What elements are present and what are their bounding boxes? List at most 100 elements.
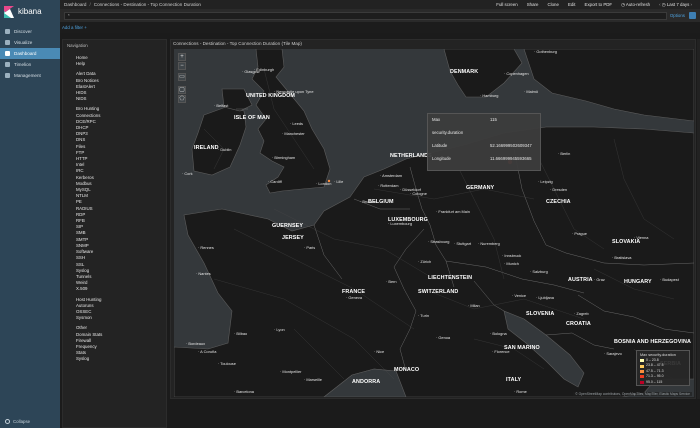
tooltip-value: 52.166999502609347 <box>490 143 532 148</box>
edit-button[interactable]: Edit <box>568 2 576 7</box>
query-bar: * Options <box>60 9 700 22</box>
city-label: · Hamburg <box>480 93 499 98</box>
navigation-panel: Navigation Home Help Alert Data Bro Notices… <box>62 39 167 428</box>
tile-map[interactable]: + − ▭ ▢ ⬠ UNITED KINGDOM IRELAND ISLE OF M… <box>174 49 694 397</box>
city-label: · Genoa <box>436 335 451 340</box>
city-label: · Lyon <box>274 327 285 332</box>
auto-refresh-label: Auto-refresh <box>625 1 651 7</box>
city-label: · Bologna <box>490 331 507 336</box>
city-label: · Frankfurt am Main <box>436 209 470 214</box>
tooltip-label: security.duration <box>432 130 464 135</box>
city-label: · Bratislava <box>612 255 632 260</box>
country-label: CROATIA <box>566 321 591 327</box>
city-label: · Luxembourg <box>388 221 413 226</box>
collapse-button[interactable]: Collapse <box>0 416 60 426</box>
nav-link[interactable]: X.509 <box>76 286 166 292</box>
country-label: GERMANY <box>466 185 495 191</box>
country-label: ANDORRA <box>352 379 381 385</box>
city-label: · Bilbao <box>234 331 248 336</box>
brand[interactable]: kibana <box>0 0 60 22</box>
breadcrumb-separator: / <box>89 2 91 7</box>
city-label: · Barcelona <box>234 389 254 394</box>
legend-swatch <box>640 359 644 363</box>
legend-label: 95.0 – 115 <box>646 379 663 384</box>
city-label: · Rotterdam <box>378 183 399 188</box>
city-label: · Malmö <box>524 89 539 94</box>
city-label: · Leipzig <box>538 179 553 184</box>
panel-title: Connections - Destination - Top Connecti… <box>173 41 302 46</box>
search-input[interactable]: * <box>64 11 667 20</box>
sidebar-item-timelion[interactable]: Timelion <box>0 59 60 70</box>
country-label: BOSNIA AND HERZEGOVINA <box>614 339 691 345</box>
legend-swatch <box>640 364 644 368</box>
tooltip-label: Max <box>432 117 441 122</box>
map-legend: Max security.duration 0 – 23.8 23.8 – 47.… <box>636 350 690 386</box>
city-label: · Nuremberg <box>478 241 500 246</box>
zoom-out-button[interactable]: − <box>178 62 186 70</box>
collapse-label: Collapse <box>13 418 31 424</box>
city-label: · Turin <box>418 313 430 318</box>
nav-group: Alert Data Bro Notices ElastAlert HIDS NIDS <box>63 71 166 102</box>
city-label: · Milan <box>468 303 480 308</box>
city-label: · Zürich <box>418 259 432 264</box>
nav-link[interactable]: Sysmon <box>76 315 166 321</box>
nav-group: Other Domain Stats Firewall Frequency Stats S… <box>63 325 166 362</box>
clone-button[interactable]: Clone <box>547 2 558 7</box>
city-label: · Cork <box>182 171 193 176</box>
map-tooltip: Max 115 security.duration Latitude 52.16… <box>427 113 541 171</box>
map-attribution: © OpenStreetMap contributors, OpenMapTil… <box>573 392 692 396</box>
city-label: · Belfast <box>214 103 229 108</box>
legend-swatch <box>640 375 644 379</box>
brand-name: kibana <box>18 6 42 16</box>
chevron-right-icon[interactable]: › <box>689 2 692 7</box>
sidebar-item-discover[interactable]: Discover <box>0 26 60 37</box>
zoom-in-button[interactable]: + <box>178 53 186 61</box>
city-label: · Gothenburg <box>534 49 557 54</box>
nav-link[interactable]: NIDS <box>76 96 166 102</box>
city-label: · Brussels <box>360 199 378 204</box>
nav-link[interactable]: Help <box>76 61 166 67</box>
city-label: · Glasgow <box>242 69 260 74</box>
city-label: · Salzburg <box>530 269 548 274</box>
navigation-links: Home Help Alert Data Bro Notices ElastAlert H… <box>63 55 166 363</box>
export-pdf-button[interactable]: Export to PDF <box>585 2 613 7</box>
options-button[interactable]: Options <box>667 13 685 18</box>
compass-icon <box>5 29 10 34</box>
sidebar-item-management[interactable]: Management <box>0 70 60 81</box>
country-label: AUSTRIA <box>568 277 593 283</box>
breadcrumb-dashboard[interactable]: Dashboard <box>64 2 86 7</box>
city-label: · Dublin <box>218 147 232 152</box>
dashboard-icon <box>5 51 10 56</box>
gear-icon <box>5 73 10 78</box>
time-picker[interactable]: ‹ ◷ Last 7 days › <box>659 2 692 8</box>
nav-group: Bro Hunting Connections DCE/RPC DHCP DNP3 DNS… <box>63 106 166 292</box>
sidebar-item-label: Visualize <box>14 40 33 45</box>
share-button[interactable]: Share <box>527 2 539 7</box>
kibana-app: kibana Discover Visualize Dashboard Time… <box>0 0 700 428</box>
timelion-icon <box>5 62 10 67</box>
sidebar-item-label: Timelion <box>14 62 32 67</box>
auto-refresh-button[interactable]: ◷ Auto-refresh <box>621 2 650 8</box>
city-label: · Sarajevo <box>604 351 622 356</box>
sidebar-item-dashboard[interactable]: Dashboard <box>0 48 60 59</box>
search-button[interactable] <box>689 12 696 19</box>
country-label: CZECHIA <box>546 199 571 205</box>
nav-link[interactable]: Syslog <box>76 356 166 362</box>
panel-title: Navigation <box>67 43 88 48</box>
sidebar-item-visualize[interactable]: Visualize <box>0 37 60 48</box>
tooltip-value: 11.666999945593665 <box>490 156 532 161</box>
draw-polygon-icon[interactable]: ⬠ <box>178 95 186 103</box>
add-filter-link[interactable]: Add a filter + <box>62 25 87 30</box>
country-label: JERSEY <box>282 235 304 241</box>
city-label: · Düsseldorf <box>400 187 421 192</box>
tooltip-value: 115 <box>490 117 497 122</box>
nav-group: Home Help <box>63 55 166 67</box>
breadcrumb: Dashboard / Connections - Destination - … <box>60 2 201 7</box>
draw-rectangle-icon[interactable]: ▢ <box>178 86 186 94</box>
city-label: · London <box>316 181 332 186</box>
full-screen-button[interactable]: Full screen <box>496 2 517 7</box>
fit-bounds-icon[interactable]: ▭ <box>178 73 186 81</box>
city-label: · Munich <box>504 261 519 266</box>
city-label: · Lille <box>334 179 344 184</box>
city-label: · Prague <box>572 231 587 236</box>
